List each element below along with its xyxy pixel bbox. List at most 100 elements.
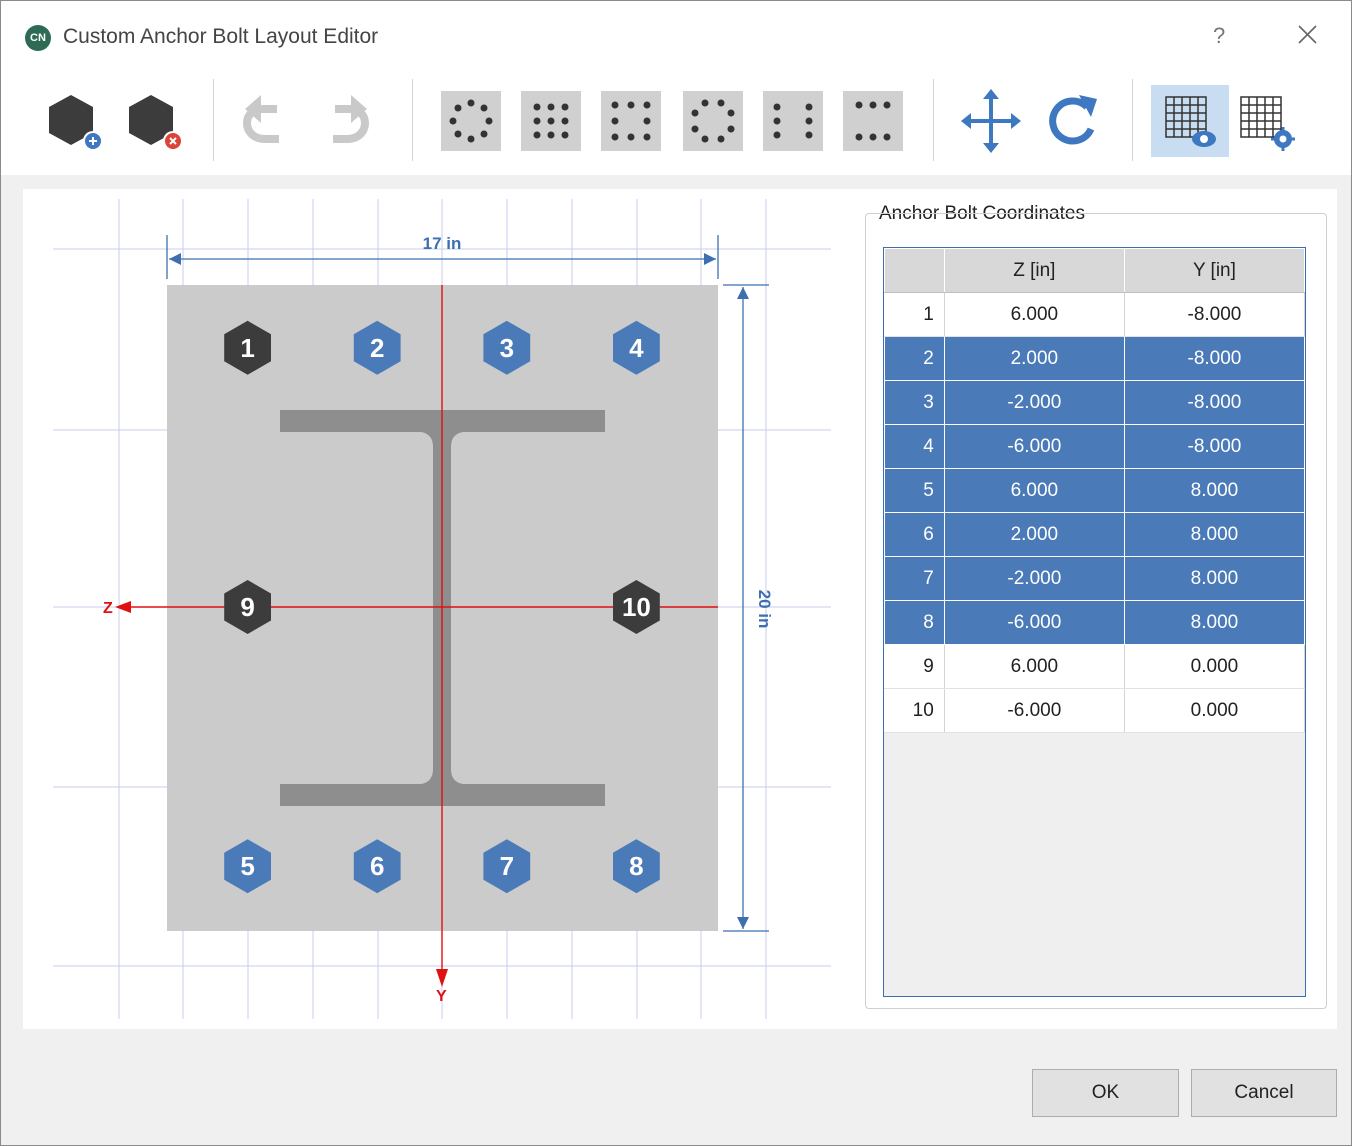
row-number-cell[interactable]: 5 [884, 468, 945, 513]
row-number-cell[interactable]: 8 [884, 600, 945, 645]
y-value-cell[interactable]: -8.000 [1123, 424, 1306, 469]
help-button[interactable]: ? [1213, 23, 1225, 49]
rotate-button[interactable] [1041, 85, 1105, 157]
table-row[interactable]: 8 -6.000 8.000 [884, 600, 1306, 645]
table-row[interactable]: 4 -6.000 -8.000 [884, 424, 1306, 469]
cancel-button[interactable]: Cancel [1191, 1069, 1337, 1117]
toolbar-separator [213, 79, 214, 161]
y-column-header[interactable]: Y [in] [1123, 248, 1306, 293]
add-bolt-button[interactable] [41, 85, 105, 157]
table-row[interactable]: 6 2.000 8.000 [884, 512, 1306, 557]
bolt-number-label: 1 [240, 333, 254, 363]
z-value-cell[interactable]: -6.000 [943, 688, 1125, 733]
toolbar [1, 71, 1351, 175]
two-row-pattern-icon [843, 91, 903, 151]
octagon-pattern-button[interactable] [681, 85, 745, 157]
table-row[interactable]: 2 2.000 -8.000 [884, 336, 1306, 381]
y-value-cell[interactable]: 0.000 [1123, 644, 1306, 689]
z-value-cell[interactable]: 6.000 [943, 468, 1125, 513]
bolt-number-label: 5 [240, 851, 254, 881]
row-number-cell[interactable]: 7 [884, 556, 945, 601]
table-header-row: Z [in] Y [in] [884, 248, 1306, 293]
undo-button[interactable] [235, 85, 299, 157]
two-column-pattern-icon [763, 91, 823, 151]
close-button[interactable] [1294, 21, 1322, 49]
move-button[interactable] [959, 85, 1023, 157]
redo-icon [333, 95, 370, 143]
table-row[interactable]: 1 6.000 -8.000 [884, 292, 1306, 337]
circular-pattern-button[interactable] [439, 85, 503, 157]
z-value-cell[interactable]: 2.000 [943, 512, 1125, 557]
y-value-cell[interactable]: 8.000 [1123, 468, 1306, 513]
row-number-cell[interactable]: 2 [884, 336, 945, 381]
row-number-cell[interactable]: 9 [884, 644, 945, 689]
z-column-header[interactable]: Z [in] [943, 248, 1125, 293]
z-value-cell[interactable]: 6.000 [943, 292, 1125, 337]
z-value-cell[interactable]: -2.000 [943, 556, 1125, 601]
octagon-pattern-icon [683, 91, 743, 151]
y-value-cell[interactable]: 0.000 [1123, 688, 1306, 733]
y-value-cell[interactable]: -8.000 [1123, 380, 1306, 425]
z-value-cell[interactable]: -6.000 [943, 424, 1125, 469]
row-number-cell[interactable]: 6 [884, 512, 945, 557]
circular-pattern-icon [441, 91, 501, 151]
bolt-number-label: 3 [500, 333, 514, 363]
grid-settings-button[interactable] [1235, 85, 1299, 157]
row-header-corner [884, 248, 945, 293]
bolt-number-label: 7 [500, 851, 514, 881]
z-value-cell[interactable]: 6.000 [943, 644, 1125, 689]
show-grid-icon [1165, 96, 1216, 147]
title-bar: CN Custom Anchor Bolt Layout Editor ? [1, 1, 1351, 71]
perimeter-rect-pattern-button[interactable] [599, 85, 663, 157]
coordinates-table[interactable]: Z [in] Y [in] 1 6.000 -8.000 2 2.000 -8.000 3-… [884, 248, 1306, 733]
ok-button[interactable]: OK [1032, 1069, 1179, 1117]
bolt-number-label: 6 [370, 851, 384, 881]
row-number-cell[interactable]: 1 [884, 292, 945, 337]
z-value-cell[interactable]: -6.000 [943, 600, 1125, 645]
toolbar-separator [412, 79, 413, 161]
bolt-number-label: 2 [370, 333, 384, 363]
bolt-number-label: 10 [622, 592, 651, 622]
z-value-cell[interactable]: -2.000 [943, 380, 1125, 425]
dialog-window: CN Custom Anchor Bolt Layout Editor ? 17… [0, 0, 1352, 1146]
y-value-cell[interactable]: 8.000 [1123, 556, 1306, 601]
toolbar-separator [1132, 79, 1133, 161]
y-value-cell[interactable]: -8.000 [1123, 292, 1306, 337]
y-value-cell[interactable]: -8.000 [1123, 336, 1306, 381]
table-row[interactable]: 10 -6.000 0.000 [884, 688, 1306, 733]
window-title: Custom Anchor Bolt Layout Editor [63, 25, 379, 48]
remove-bolt-button[interactable] [121, 85, 185, 157]
y-value-cell[interactable]: 8.000 [1123, 512, 1306, 557]
layout-drawing[interactable]: 17 in 20 in Z Y 1 2 3 4 5 6 7 8 9 10 [23, 189, 853, 1029]
coordinates-grid[interactable]: Z [in] Y [in] 1 6.000 -8.000 2 2.000 -8.000 3-… [883, 247, 1306, 997]
z-value-cell[interactable]: 2.000 [943, 336, 1125, 381]
show-grid-button[interactable] [1151, 85, 1229, 157]
y-value-cell[interactable]: 8.000 [1123, 600, 1306, 645]
remove-bolt-icon [129, 95, 183, 151]
row-number-cell[interactable]: 3 [884, 380, 945, 425]
redo-button[interactable] [313, 85, 377, 157]
y-axis-label: Y [436, 988, 447, 1005]
grid-3x3-pattern-icon [521, 91, 581, 151]
bolt-number-label: 9 [240, 592, 254, 622]
grid-3x3-pattern-button[interactable] [519, 85, 583, 157]
close-icon [1298, 25, 1317, 44]
toolbar-separator [933, 79, 934, 161]
row-number-cell[interactable]: 4 [884, 424, 945, 469]
table-row[interactable]: 7 -2.000 8.000 [884, 556, 1306, 601]
perimeter-rect-pattern-icon [601, 91, 661, 151]
two-row-pattern-button[interactable] [841, 85, 905, 157]
table-row[interactable]: 3 -2.000 -8.000 [884, 380, 1306, 425]
table-row[interactable]: 9 6.000 0.000 [884, 644, 1306, 689]
app-logo-icon: CN [25, 25, 51, 51]
grid-settings-icon [1240, 96, 1295, 151]
undo-icon [242, 95, 279, 143]
move-icon [961, 89, 1021, 153]
row-number-cell[interactable]: 10 [884, 688, 945, 733]
two-column-pattern-button[interactable] [761, 85, 825, 157]
height-dimension-label: 20 in [755, 590, 774, 629]
z-axis-label: Z [103, 600, 113, 617]
bolt-number-label: 8 [629, 851, 643, 881]
table-row[interactable]: 5 6.000 8.000 [884, 468, 1306, 513]
bolt-number-label: 4 [629, 333, 644, 363]
